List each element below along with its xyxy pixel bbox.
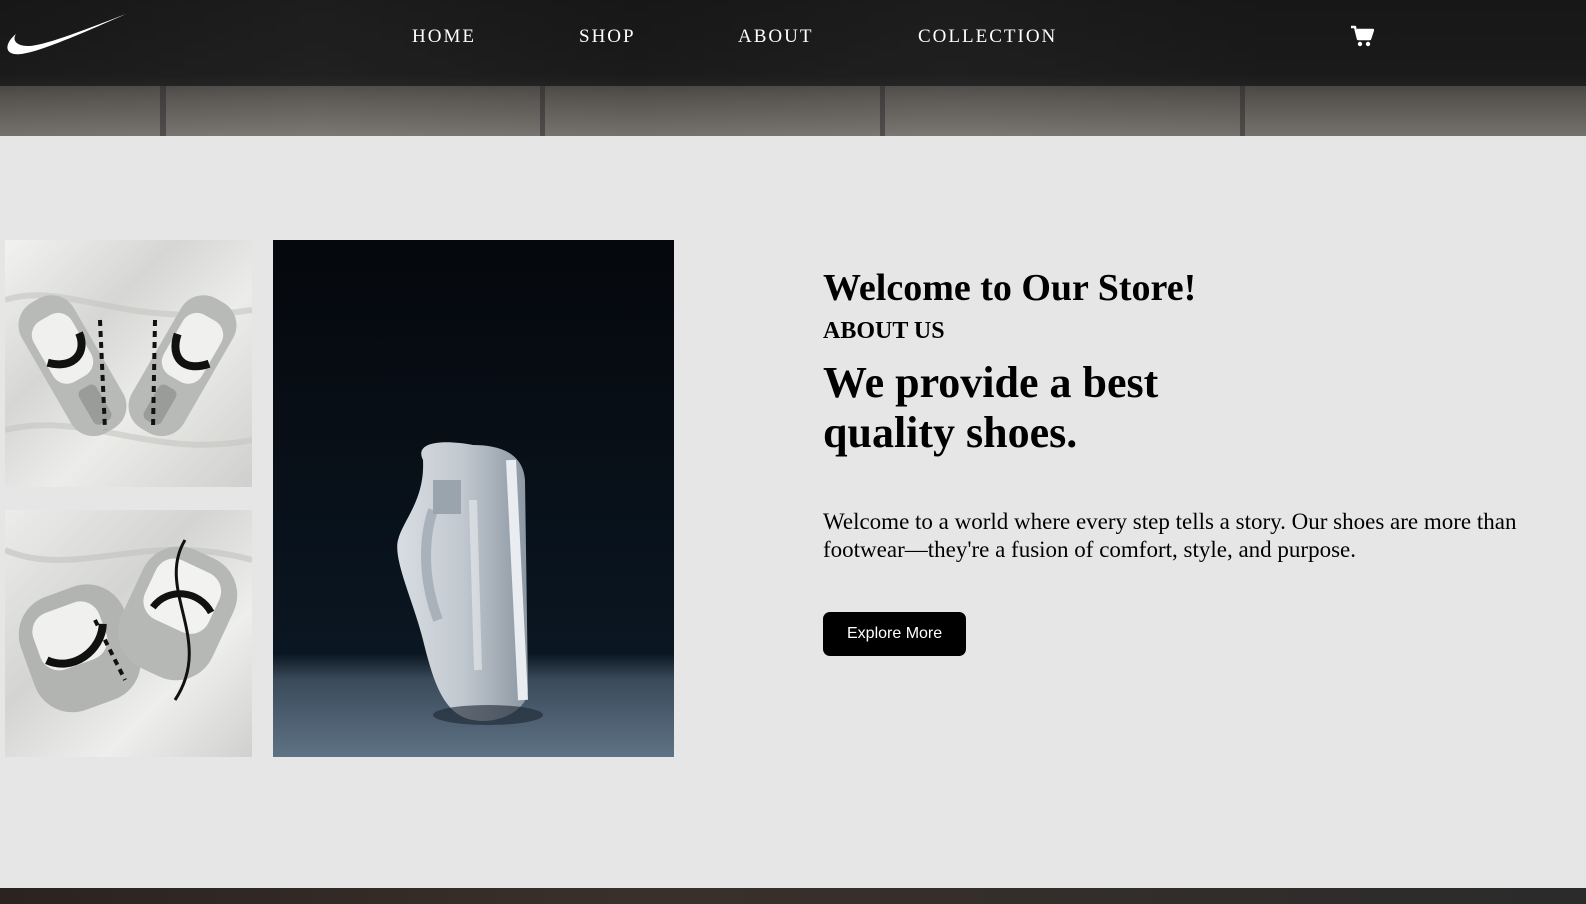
nav-link-shop[interactable]: SHOP (579, 24, 636, 50)
explore-more-button[interactable]: Explore More (823, 612, 967, 656)
welcome-title: Welcome to Our Store! (823, 267, 1197, 309)
gallery-image-sneakers-crossed (5, 510, 252, 757)
cart-button[interactable] (1350, 24, 1375, 48)
footer-edge (0, 888, 1586, 904)
nav-link-home[interactable]: HOME (412, 24, 476, 50)
about-description: Welcome to a world where every step tell… (823, 509, 1517, 562)
about-headline: We provide a best quality shoes. (823, 358, 1159, 457)
gallery-image-white-sneaker (273, 240, 674, 757)
gallery-image-sneakers-top (5, 240, 252, 487)
shopping-cart-icon (1351, 25, 1375, 47)
navbar: HOME SHOP ABOUT COLLECTION (0, 0, 1586, 86)
hero-banner: HOME SHOP ABOUT COLLECTION (0, 0, 1586, 136)
nav-links: HOME SHOP ABOUT COLLECTION (0, 24, 1586, 50)
about-us-label: ABOUT US (823, 318, 945, 344)
nav-link-about[interactable]: ABOUT (738, 24, 813, 50)
about-section: Welcome to Our Store! ABOUT US We provid… (823, 262, 1583, 656)
nav-link-collection[interactable]: COLLECTION (918, 24, 1057, 50)
